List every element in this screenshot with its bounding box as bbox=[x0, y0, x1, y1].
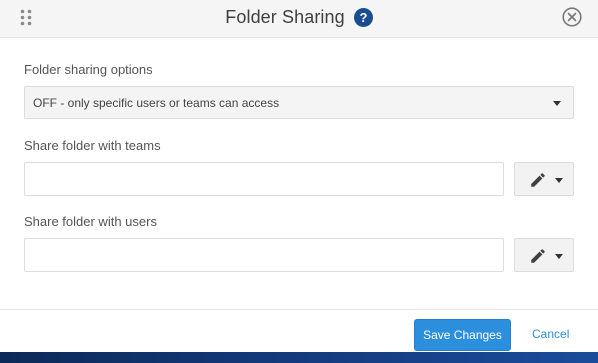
caret-down-icon bbox=[553, 101, 561, 106]
share-teams-label: Share folder with teams bbox=[24, 138, 161, 153]
drag-handle-icon[interactable] bbox=[20, 9, 32, 27]
dialog-header: Folder Sharing? bbox=[0, 0, 598, 38]
edit-users-button[interactable] bbox=[514, 238, 574, 272]
close-icon[interactable] bbox=[562, 7, 582, 27]
sharing-options-select[interactable]: OFF - only specific users or teams can a… bbox=[24, 86, 574, 119]
help-icon[interactable]: ? bbox=[353, 8, 373, 27]
share-users-label: Share folder with users bbox=[24, 214, 157, 229]
title-wrap: Folder Sharing? bbox=[0, 0, 598, 38]
share-teams-input[interactable] bbox=[24, 162, 504, 196]
sharing-options-label: Folder sharing options bbox=[24, 62, 153, 77]
svg-text:?: ? bbox=[359, 10, 367, 25]
edit-teams-button[interactable] bbox=[514, 162, 574, 196]
caret-down-icon bbox=[555, 254, 563, 259]
folder-sharing-dialog: Folder Sharing? Folder sharing options O… bbox=[0, 0, 598, 352]
pencil-icon bbox=[529, 171, 547, 189]
pencil-icon bbox=[529, 247, 547, 265]
background-strip bbox=[0, 352, 598, 363]
cancel-link[interactable]: Cancel bbox=[532, 327, 569, 341]
share-users-input[interactable] bbox=[24, 238, 504, 272]
footer-divider bbox=[0, 309, 598, 310]
caret-down-icon bbox=[555, 178, 563, 183]
dialog-title: Folder Sharing bbox=[225, 7, 345, 27]
save-changes-button[interactable]: Save Changes bbox=[414, 319, 511, 351]
sharing-options-value: OFF - only specific users or teams can a… bbox=[33, 96, 280, 110]
